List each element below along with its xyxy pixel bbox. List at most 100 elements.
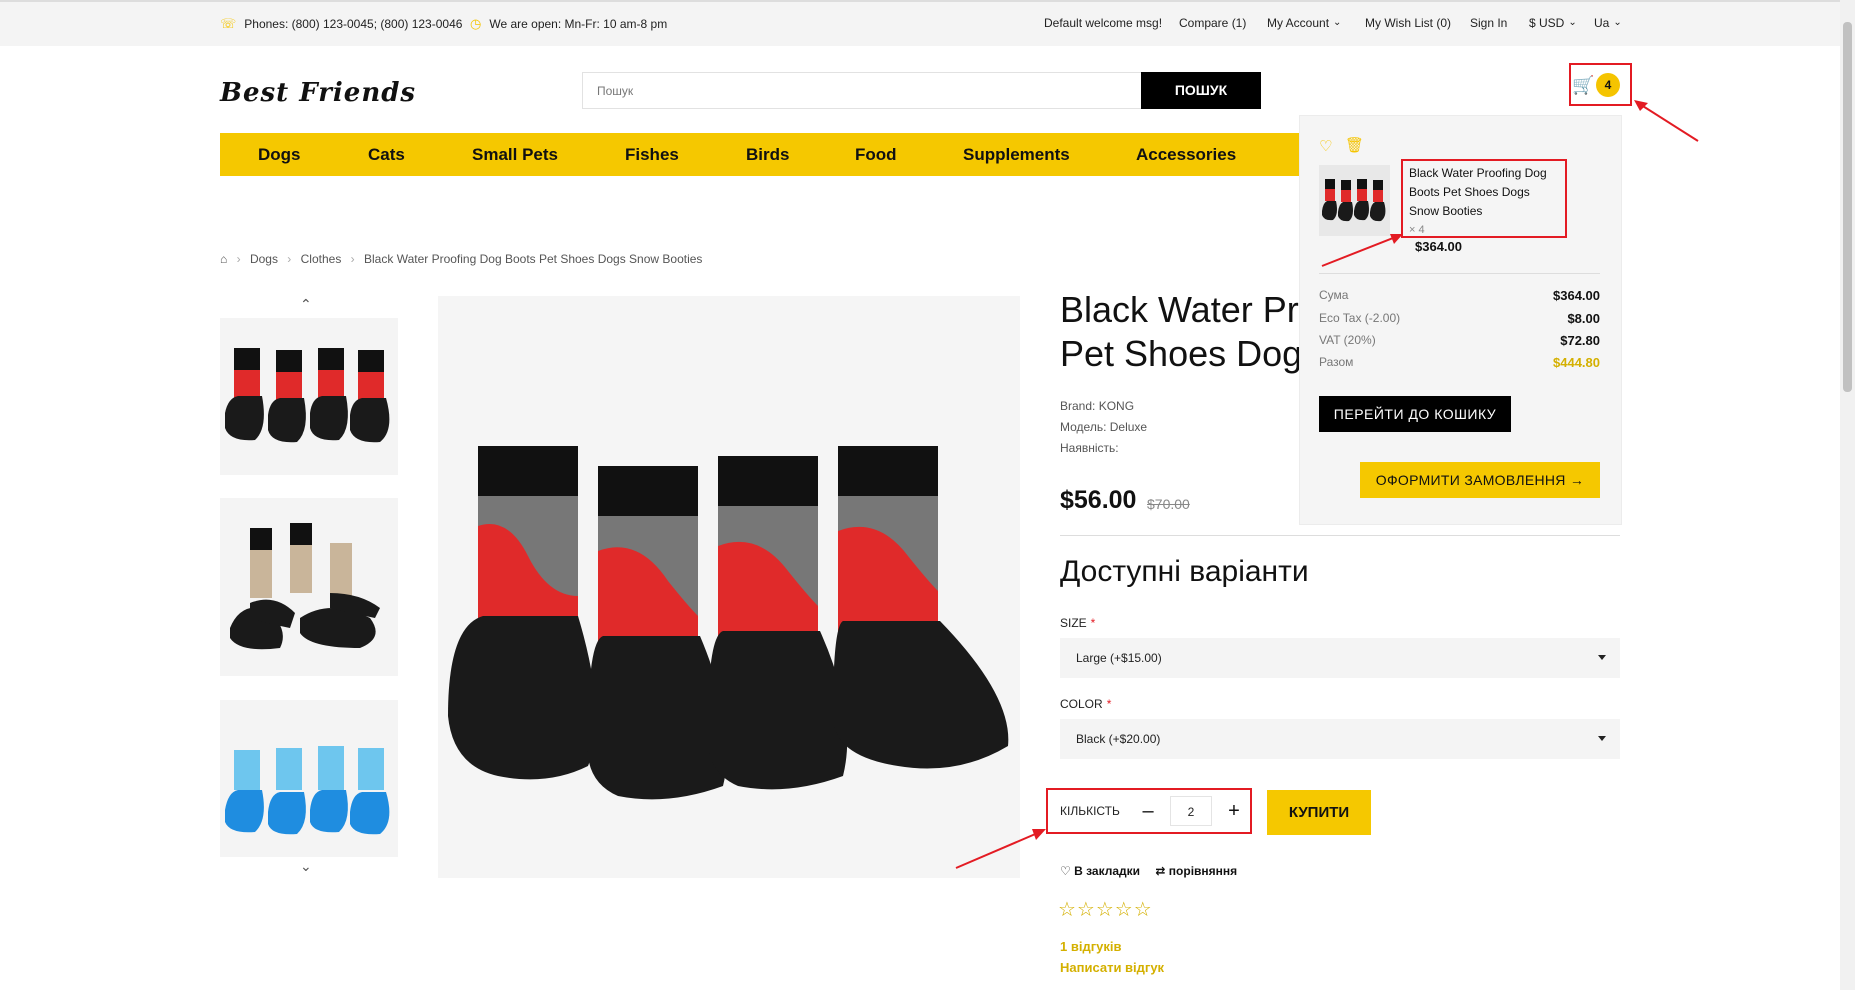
cart-item-image[interactable] (1319, 165, 1390, 236)
color-label-text: COLOR (1060, 697, 1103, 711)
product-title: Black Water Pro Pet Shoes Dogs (1060, 288, 1320, 376)
site-logo[interactable]: Best Friends (220, 78, 416, 108)
phones-text: Phones: (800) 123-0045; (800) 123-0046 (244, 17, 463, 31)
options-title: Доступні варіанти (1060, 555, 1309, 588)
cart-icon[interactable]: 🛒 (1572, 75, 1594, 96)
wishlist-action-label: В закладки (1074, 864, 1141, 878)
plaid-boots-thumbnail-image (230, 523, 380, 650)
reviews-count-link[interactable]: 1 відгуків (1060, 939, 1121, 954)
color-label: COLOR * (1060, 697, 1111, 711)
product-actions: ♡ В закладки ⇄ порівняння (1060, 864, 1237, 878)
product-title-line1: Black Water Pro (1060, 289, 1319, 330)
hours-text: We are open: Mn-Fr: 10 am-8 pm (489, 17, 668, 31)
thumbnail-1[interactable] (220, 318, 398, 475)
main-product-image[interactable] (438, 296, 1020, 878)
annotation-arrow (1634, 100, 1699, 142)
nav-accessories[interactable]: Accessories (1136, 145, 1236, 165)
color-select[interactable]: Black (+$20.00) (1060, 719, 1620, 759)
annotation-arrow (955, 829, 1046, 869)
cart-total-row: Eco Tax (-2.00) $8.00 (1319, 311, 1600, 326)
thumbnail-3[interactable] (220, 700, 398, 857)
write-review-link[interactable]: Написати відгук (1060, 960, 1164, 975)
heart-icon: ♡ (1060, 864, 1071, 878)
heart-icon[interactable]: ♡ (1319, 137, 1332, 155)
black-boots-thumbnail-image (225, 348, 390, 443)
total-label: Eco Tax (-2.00) (1319, 311, 1401, 325)
total-value: $364.00 (1553, 288, 1600, 303)
cart-total-row: Сума $364.00 (1319, 288, 1600, 303)
my-account-dropdown[interactable]: My Account (1267, 16, 1341, 30)
wishlist-action[interactable]: ♡ В закладки (1060, 864, 1140, 878)
cart-item-price: $364.00 (1415, 239, 1462, 254)
blue-boots-thumbnail-image (225, 746, 390, 835)
total-label: VAT (20%) (1319, 333, 1376, 347)
breadcrumb-dogs[interactable]: Dogs (250, 252, 278, 266)
welcome-message: Default welcome msg! (1044, 16, 1163, 30)
grand-total-value: $444.80 (1553, 355, 1600, 370)
total-label: Разом (1319, 355, 1354, 369)
phone-icon: ☏ (220, 16, 237, 31)
nav-food[interactable]: Food (855, 145, 897, 165)
black-boots-main-image (448, 446, 1009, 800)
hours-info: ◷ We are open: Mn-Fr: 10 am-8 pm (470, 16, 667, 32)
total-label: Сума (1319, 288, 1349, 302)
scrollbar-thumb[interactable] (1843, 22, 1852, 392)
rating-stars[interactable]: ☆☆☆☆☆ (1058, 897, 1153, 922)
sign-in-link[interactable]: Sign In (1470, 16, 1507, 30)
buy-button[interactable]: КУПИТИ (1267, 790, 1371, 835)
compare-icon: ⇄ (1155, 864, 1166, 878)
currency-label: $ USD (1529, 16, 1565, 30)
currency-dropdown[interactable]: $ USD (1529, 16, 1577, 30)
wishlist-link[interactable]: My Wish List (0) (1365, 16, 1451, 30)
checkout-button[interactable]: ОФОРМИТИ ЗАМОВЛЕННЯ → (1360, 462, 1600, 498)
trash-icon[interactable]: 🗑 (1345, 136, 1364, 154)
my-account-label: My Account (1267, 16, 1330, 30)
thumbnails-up-arrow[interactable]: ⌃ (300, 296, 312, 313)
product-model: Модель: Deluxe (1060, 420, 1148, 434)
cart-count-badge[interactable]: 4 (1596, 73, 1620, 97)
compare-action[interactable]: ⇄ порівняння (1155, 864, 1237, 878)
compare-action-label: порівняння (1168, 864, 1238, 878)
nav-small-pets[interactable]: Small Pets (472, 145, 558, 165)
cart-item-quantity: × 4 (1409, 224, 1425, 236)
total-value: $8.00 (1567, 311, 1600, 326)
divider (1060, 535, 1620, 536)
total-value: $72.80 (1560, 333, 1600, 348)
breadcrumb-separator: › (287, 252, 292, 266)
quantity-decrease-button[interactable]: – (1131, 796, 1165, 826)
nav-cats[interactable]: Cats (368, 145, 405, 165)
breadcrumb: ⌂ › Dogs › Clothes › Black Water Proofin… (220, 252, 708, 266)
quantity-input[interactable]: 2 (1170, 796, 1212, 826)
search-button[interactable]: ПОШУК (1141, 72, 1261, 109)
quantity-increase-button[interactable]: + (1217, 796, 1251, 826)
search-input[interactable]: Пошук (582, 72, 1142, 109)
nav-dogs[interactable]: Dogs (258, 145, 301, 165)
size-label: SIZE * (1060, 616, 1095, 630)
required-marker: * (1090, 616, 1096, 630)
cart-item-name[interactable]: Black Water Proofing Dog Boots Pet Shoes… (1409, 164, 1559, 221)
cart-total-row: Разом $444.80 (1319, 355, 1600, 370)
product-brand: Brand: KONG (1060, 399, 1135, 413)
breadcrumb-current: Black Water Proofing Dog Boots Pet Shoes… (364, 252, 703, 266)
divider (1319, 273, 1600, 274)
nav-supplements[interactable]: Supplements (963, 145, 1070, 165)
quantity-label: КІЛЬКІСТЬ (1060, 804, 1120, 818)
clock-icon: ◷ (470, 16, 482, 31)
nav-fishes[interactable]: Fishes (625, 145, 679, 165)
home-icon[interactable]: ⌂ (220, 252, 227, 266)
thumbnails-down-arrow[interactable]: ⌄ (300, 858, 312, 875)
view-cart-button[interactable]: ПЕРЕЙТИ ДО КОШИКУ (1319, 396, 1511, 432)
breadcrumb-separator: › (236, 252, 241, 266)
thumbnail-2[interactable] (220, 498, 398, 676)
product-old-price: $70.00 (1147, 496, 1190, 512)
language-label: Ua (1594, 16, 1610, 30)
product-availability: Наявність: (1060, 441, 1119, 455)
nav-birds[interactable]: Birds (746, 145, 789, 165)
size-select[interactable]: Large (+$15.00) (1060, 638, 1620, 678)
compare-link[interactable]: Compare (1) (1179, 16, 1246, 30)
phones-info: ☏ Phones: (800) 123-0045; (800) 123-0046 (220, 16, 462, 32)
breadcrumb-clothes[interactable]: Clothes (301, 252, 342, 266)
breadcrumb-separator: › (350, 252, 355, 266)
language-dropdown[interactable]: Ua (1594, 16, 1622, 30)
top-bar: ☏ Phones: (800) 123-0045; (800) 123-0046 … (0, 0, 1840, 46)
